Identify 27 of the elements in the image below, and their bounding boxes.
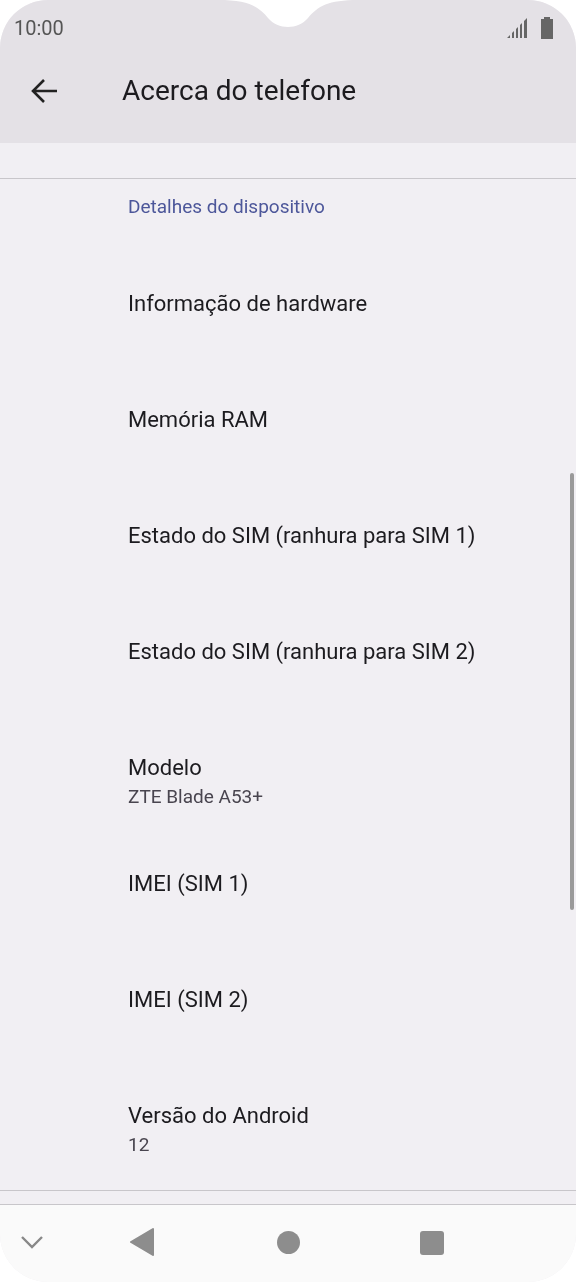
item-title: Memória RAM: [128, 406, 269, 434]
item-summary: 12: [128, 1132, 150, 1158]
category-title: Detalhes do dispositivo: [128, 194, 325, 219]
settings-item[interactable]: Informação de hardware: [0, 246, 576, 362]
back-arrow-icon: [31, 78, 59, 104]
signal-icon: [506, 16, 530, 39]
settings-item[interactable]: Versão do Android 12: [0, 1058, 576, 1174]
item-title: Modelo: [128, 754, 202, 782]
item-title: Estado do SIM (ranhura para SIM 1): [128, 522, 476, 550]
item-title: IMEI (SIM 1): [128, 870, 249, 898]
settings-item[interactable]: Modelo ZTE Blade A53+: [0, 710, 576, 826]
status-time: 10:00: [14, 14, 64, 42]
settings-item[interactable]: IMEI (SIM 1): [0, 826, 576, 942]
item-title: Versão do Android: [128, 1102, 309, 1130]
back-triangle-icon[interactable]: [130, 1228, 154, 1256]
settings-item[interactable]: Estado do SIM (ranhura para SIM 2): [0, 594, 576, 710]
item-title: Informação de hardware: [128, 290, 368, 318]
item-title: Estado do SIM (ranhura para SIM 2): [128, 638, 476, 666]
battery-icon: [540, 16, 554, 39]
home-circle-icon[interactable]: [277, 1231, 300, 1254]
chevron-down-icon[interactable]: [21, 1236, 43, 1250]
settings-item[interactable]: IMEI (SIM 2): [0, 942, 576, 1058]
settings-item[interactable]: Estado do SIM (ranhura para SIM 1): [0, 478, 576, 594]
item-summary: ZTE Blade A53+: [128, 784, 264, 810]
toolbar-title: Acerca do telefone: [122, 73, 357, 109]
item-title: IMEI (SIM 2): [128, 986, 249, 1014]
settings-item[interactable]: Memória RAM: [0, 362, 576, 478]
